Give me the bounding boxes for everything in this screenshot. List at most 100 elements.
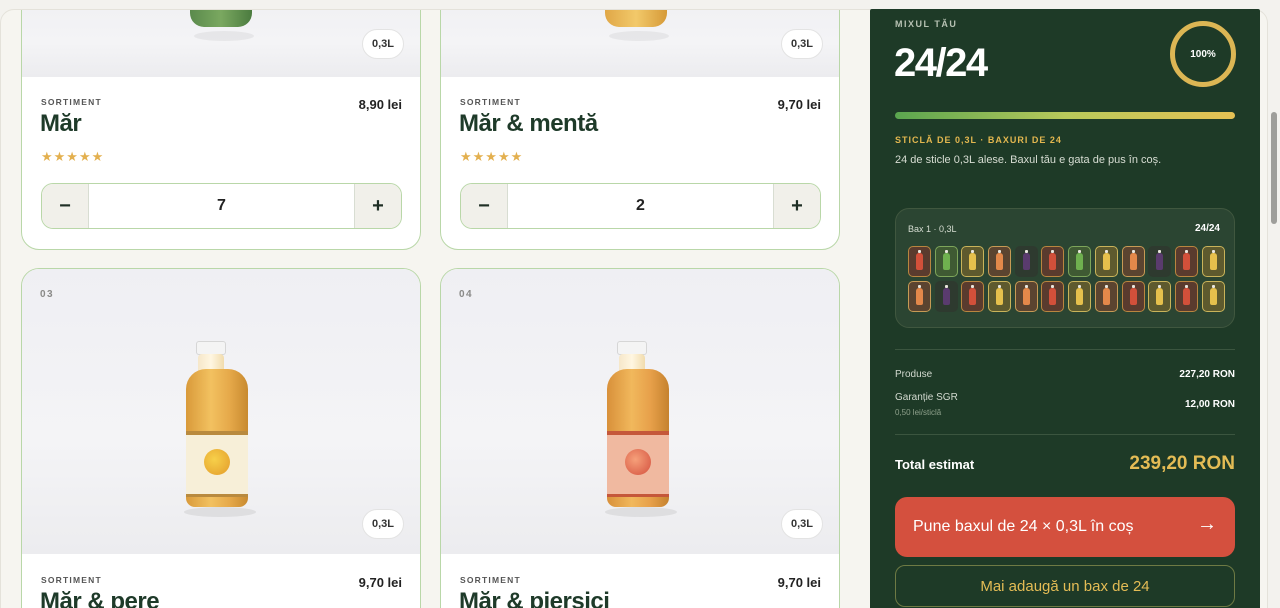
bottle-icon: [1129, 250, 1137, 270]
bottle-image: [190, 10, 252, 27]
bottle-slot: [1148, 281, 1172, 312]
bottle-icon: [1102, 250, 1110, 270]
mix-summary-panel: MIXUL TĂU 24/24 100% STICLĂ DE 0,3L · BA…: [870, 9, 1260, 608]
scrollbar-thumb[interactable]: [1271, 112, 1277, 224]
bottle-icon: [996, 285, 1004, 305]
products-label: Produse: [895, 369, 933, 380]
bottle-slot: [908, 246, 931, 277]
bottle-icon: [942, 285, 950, 305]
bottle-size-heading: STICLĂ DE 0,3L · BAXURI DE 24: [895, 135, 1062, 145]
product-price: 9,70 lei: [777, 575, 821, 590]
bottle-slot: [934, 281, 958, 312]
bottle-slot: [1014, 281, 1038, 312]
product-title: Măr & pere: [40, 588, 160, 608]
add-box-to-cart-button[interactable]: Pune baxul de 24 × 0,3L în coș →: [895, 497, 1235, 557]
bottle-slot: [1068, 281, 1092, 312]
completion-percent: 100%: [1190, 48, 1216, 60]
divider: [895, 434, 1235, 435]
bottle-slot: [1014, 246, 1038, 277]
quantity-input[interactable]: 2: [508, 184, 773, 228]
scrollbar-track[interactable]: [1268, 0, 1280, 608]
sortiment-label: SORTIMENT: [41, 575, 102, 585]
sortiment-label: SORTIMENT: [460, 575, 521, 585]
bottle-icon: [969, 250, 977, 270]
bottle-image: [186, 341, 248, 511]
size-badge: 0,3L: [362, 509, 404, 539]
fruit-illustration: [204, 449, 230, 475]
bottle-slot: [1121, 246, 1145, 277]
product-title: Măr & piersici: [459, 588, 610, 608]
product-image-area: 04 0,3L: [441, 269, 839, 554]
progress-bar: [895, 112, 1235, 119]
rating-stars: ★★★★★: [41, 149, 105, 164]
bottle-icon: [1129, 285, 1137, 305]
bottle-image: [605, 10, 667, 27]
fruit-illustration: [625, 449, 651, 475]
bottle-icon: [969, 285, 977, 305]
mix-label: MIXUL TĂU: [895, 19, 958, 29]
bottle-icon: [1209, 285, 1217, 305]
rating-stars: ★★★★★: [460, 149, 524, 164]
product-price: 9,70 lei: [777, 97, 821, 112]
bottle-slot: [1094, 246, 1118, 277]
bottle-slot: [961, 281, 985, 312]
size-badge: 0,3L: [781, 29, 823, 59]
increase-button[interactable]: +: [354, 184, 401, 228]
bottle-icon: [1156, 250, 1164, 270]
bottle-icon: [996, 250, 1004, 270]
bottle-slot: [1041, 281, 1065, 312]
cta-label: Pune baxul de 24 × 0,3L în coș: [913, 518, 1134, 535]
box-preview: Bax 1 · 0,3L 24/24: [895, 208, 1235, 328]
bottle-slot: [1041, 246, 1065, 277]
bottle-slot: [961, 246, 985, 277]
quantity-input[interactable]: 7: [89, 184, 354, 228]
products-value: 227,20 RON: [1179, 369, 1235, 380]
bottle-slot: [1094, 281, 1118, 312]
bottle-icon: [1182, 285, 1190, 305]
deposit-label: Garanție SGR: [895, 392, 958, 403]
bottle-icon: [1209, 250, 1217, 270]
product-card-mar-menta[interactable]: 0,3L SORTIMENT Măr & mentă 9,70 lei ★★★★…: [440, 10, 840, 250]
size-badge: 0,3L: [362, 29, 404, 59]
deposit-value: 12,00 RON: [1184, 399, 1235, 410]
add-another-box-button[interactable]: Mai adaugă un bax de 24: [895, 565, 1235, 607]
total-value: 239,20 RON: [1129, 453, 1235, 474]
box-title: Bax 1 · 0,3L: [908, 224, 957, 234]
total-label: Total estimat: [895, 457, 975, 472]
product-card-mar-pere[interactable]: 03 0,3L SORTIMENT Măr & pere 9,70 lei: [21, 268, 421, 608]
bottle-slot-grid: [908, 246, 1225, 312]
bottle-cap: [617, 341, 647, 355]
bottle-icon: [1022, 285, 1030, 305]
deposit-sub: 0,50 lei/sticlă: [895, 408, 942, 417]
bottle-shadow: [605, 507, 677, 517]
bottle-slot: [988, 246, 1012, 277]
product-card-mar-piersici[interactable]: 04 0,3L SORTIMENT Măr & piersici 9,70 le…: [440, 268, 840, 608]
decrease-button[interactable]: −: [461, 184, 508, 228]
bottle-slot: [1148, 246, 1172, 277]
bottle-icon: [942, 250, 950, 270]
card-number: 03: [40, 289, 55, 300]
product-image-area: 03 0,3L: [22, 269, 420, 554]
completion-ring: 100%: [1170, 21, 1236, 87]
quantity-stepper: − 2 +: [460, 183, 821, 229]
divider: [895, 349, 1235, 350]
bottle-slot: [988, 281, 1012, 312]
product-image-area: 0,3L: [441, 10, 839, 77]
product-price: 8,90 lei: [358, 97, 402, 112]
product-price: 9,70 lei: [358, 575, 402, 590]
bottle-slot: [1174, 281, 1198, 312]
quantity-stepper: − 7 +: [41, 183, 402, 229]
bottle-icon: [1049, 285, 1057, 305]
product-card-mar[interactable]: 0,3L SORTIMENT Măr 8,90 lei ★★★★★ − 7 +: [21, 10, 421, 250]
box-count: 24/24: [1194, 223, 1220, 234]
bottle-icon: [1076, 250, 1084, 270]
bottle-slot: [908, 281, 931, 312]
bottle-icon: [1182, 250, 1190, 270]
decrease-button[interactable]: −: [42, 184, 89, 228]
product-image-area: 0,3L: [22, 10, 420, 77]
bottle-icon: [1049, 250, 1057, 270]
bottle-icon: [1102, 285, 1110, 305]
size-badge: 0,3L: [781, 509, 823, 539]
increase-button[interactable]: +: [773, 184, 820, 228]
bottle-slot: [1068, 246, 1092, 277]
